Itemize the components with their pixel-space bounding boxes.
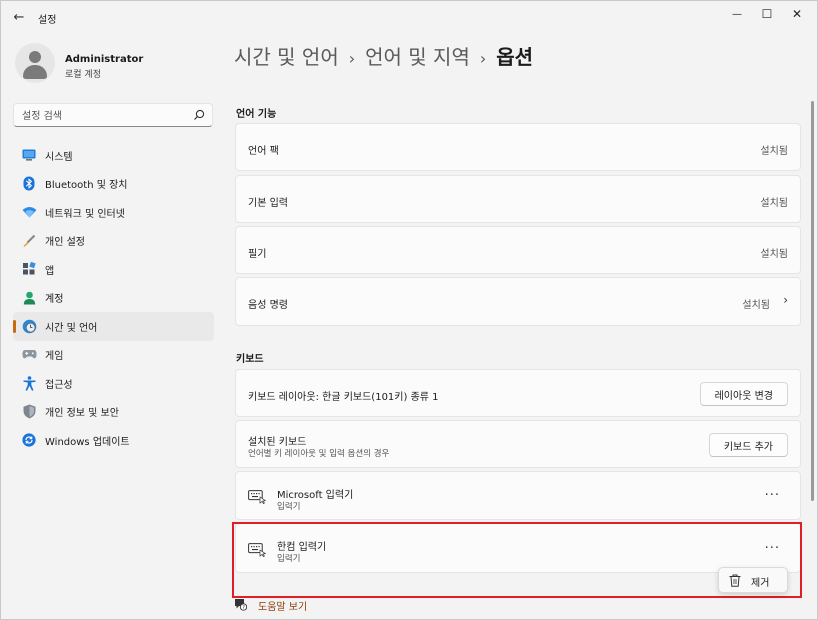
- search-input[interactable]: [22, 108, 192, 124]
- sidebar-item-bluetooth[interactable]: Bluetooth 및 장치: [13, 170, 214, 199]
- sidebar-item-label: 개인 정보 및 보안: [45, 408, 119, 420]
- keyboard-layout-row: 키보드 레이아웃: 한글 키보드(101키) 종류 1 레이아웃 변경: [235, 369, 801, 417]
- row-label: 기본 입력: [248, 198, 288, 209]
- sidebar-item-personalization[interactable]: 개인 설정: [13, 227, 214, 256]
- row-label: 필기: [248, 249, 267, 260]
- back-arrow-icon: ←: [13, 9, 25, 25]
- search-box[interactable]: [13, 103, 213, 127]
- avatar-head: [29, 51, 41, 63]
- sidebar-item-label: 게임: [45, 351, 64, 363]
- keyboard-icon: [248, 490, 266, 504]
- status-text: 설치됨: [760, 249, 788, 260]
- back-button[interactable]: ←: [9, 7, 29, 27]
- installed-keyboards-title: 설치된 키보드: [248, 437, 307, 448]
- close-icon: ✕: [791, 7, 803, 21]
- sidebar-item-label: 계정: [45, 294, 64, 306]
- help-icon: ?: [235, 599, 247, 611]
- paintbrush-icon: [21, 233, 37, 249]
- context-menu: 제거: [718, 567, 788, 593]
- avatar-body: [23, 65, 47, 79]
- sidebar-item-accessibility[interactable]: 접근성: [13, 369, 214, 398]
- update-icon: [21, 432, 37, 448]
- row-label: 언어 팩: [248, 146, 279, 157]
- monitor-icon: [21, 147, 37, 163]
- chevron-right-icon: ›: [783, 293, 788, 307]
- settings-window: ← 설정 — ☐ ✕ Administrator 로컬 계정 시스템: [0, 0, 818, 620]
- scrollbar[interactable]: [811, 101, 814, 501]
- app-title: 설정: [38, 15, 57, 26]
- sidebar-item-label: 접근성: [45, 379, 73, 391]
- keyboard-item-type: 입력기: [277, 502, 301, 512]
- sidebar-item-label: Bluetooth 및 장치: [45, 180, 128, 192]
- keyboard-item-microsoft-ime: Microsoft 입력기 입력기 ···: [235, 471, 801, 520]
- change-layout-button[interactable]: 레이아웃 변경: [699, 382, 788, 406]
- highlight-box: [232, 522, 802, 598]
- keyboard-item-name: Microsoft 입력기: [277, 490, 354, 501]
- breadcrumb-separator: ›: [479, 49, 487, 68]
- breadcrumb: 시간 및 언어 › 언어 및 지역 › 옵션: [234, 41, 533, 70]
- apps-icon: [21, 261, 37, 277]
- sidebar-item-system[interactable]: 시스템: [13, 141, 214, 170]
- status-text: 설치됨: [760, 198, 788, 209]
- trash-icon: [729, 574, 741, 587]
- sidebar-item-label: 시간 및 언어: [45, 322, 98, 334]
- wifi-icon: [21, 204, 37, 220]
- handwriting-row: 필기 설치됨: [235, 226, 801, 274]
- sidebar-nav: 시스템 Bluetooth 및 장치 네트워크 및 인터넷 개인 설정 앱 계정…: [13, 141, 214, 455]
- speech-command-row[interactable]: 음성 명령 설치됨 ›: [235, 277, 801, 326]
- person-icon: [21, 290, 37, 306]
- page-title: 옵션: [496, 45, 534, 69]
- sidebar-item-accounts[interactable]: 계정: [13, 284, 214, 313]
- sidebar-item-windows-update[interactable]: Windows 업데이트: [13, 426, 214, 455]
- section-title-keyboard: 키보드: [236, 354, 264, 365]
- sidebar-item-time-language[interactable]: 시간 및 언어: [13, 312, 214, 341]
- avatar[interactable]: [15, 43, 55, 83]
- accessibility-icon: [21, 375, 37, 391]
- add-keyboard-button[interactable]: 키보드 추가: [708, 433, 788, 457]
- shield-icon: [21, 404, 37, 420]
- section-title-language-features: 언어 기능: [236, 109, 277, 120]
- row-label: 음성 명령: [248, 300, 288, 311]
- minimize-icon: —: [732, 8, 742, 20]
- maximize-button[interactable]: ☐: [751, 1, 783, 27]
- sidebar-item-privacy[interactable]: 개인 정보 및 보안: [13, 398, 214, 427]
- svg-text:?: ?: [242, 605, 245, 611]
- remove-menu-item[interactable]: 제거: [751, 574, 769, 589]
- search-icon[interactable]: [192, 108, 206, 122]
- keyboard-layout-label: 키보드 레이아웃: 한글 키보드(101키) 종류 1: [248, 392, 439, 403]
- sidebar-item-apps[interactable]: 앱: [13, 255, 214, 284]
- status-text: 설치됨: [760, 146, 788, 157]
- sidebar-item-label: 네트워크 및 인터넷: [45, 208, 125, 220]
- sidebar-item-network[interactable]: 네트워크 및 인터넷: [13, 198, 214, 227]
- sidebar-item-label: 앱: [45, 265, 55, 277]
- sidebar-item-gaming[interactable]: 게임: [13, 341, 214, 370]
- breadcrumb-separator: ›: [348, 49, 356, 68]
- installed-keyboards-subtitle: 언어별 키 레이아웃 및 입력 옵션의 경우: [248, 449, 390, 459]
- language-pack-row: 언어 팩 설치됨: [235, 123, 801, 171]
- user-account-type: 로컬 계정: [65, 70, 101, 80]
- installed-keyboards-row: 설치된 키보드 언어별 키 레이아웃 및 입력 옵션의 경우 키보드 추가: [235, 420, 801, 468]
- close-button[interactable]: ✕: [781, 1, 813, 27]
- bluetooth-icon: [21, 176, 37, 192]
- maximize-icon: ☐: [761, 7, 773, 21]
- user-name: Administrator: [65, 54, 144, 65]
- gamepad-icon: [21, 347, 37, 363]
- minimize-button[interactable]: —: [721, 1, 753, 27]
- breadcrumb-time-language[interactable]: 시간 및 언어: [234, 45, 339, 69]
- basic-typing-row: 기본 입력 설치됨: [235, 175, 801, 223]
- title-bar: ← 설정 — ☐ ✕: [1, 1, 817, 33]
- sidebar-item-label: Windows 업데이트: [45, 436, 130, 448]
- get-help-link[interactable]: 도움말 보기: [258, 598, 307, 613]
- sidebar-item-label: 개인 설정: [45, 237, 85, 249]
- globe-clock-icon: [21, 318, 37, 334]
- breadcrumb-language-region[interactable]: 언어 및 지역: [365, 45, 470, 69]
- status-text: 설치됨: [742, 300, 770, 311]
- sidebar-item-label: 시스템: [45, 151, 73, 163]
- more-options-button[interactable]: ···: [765, 488, 780, 503]
